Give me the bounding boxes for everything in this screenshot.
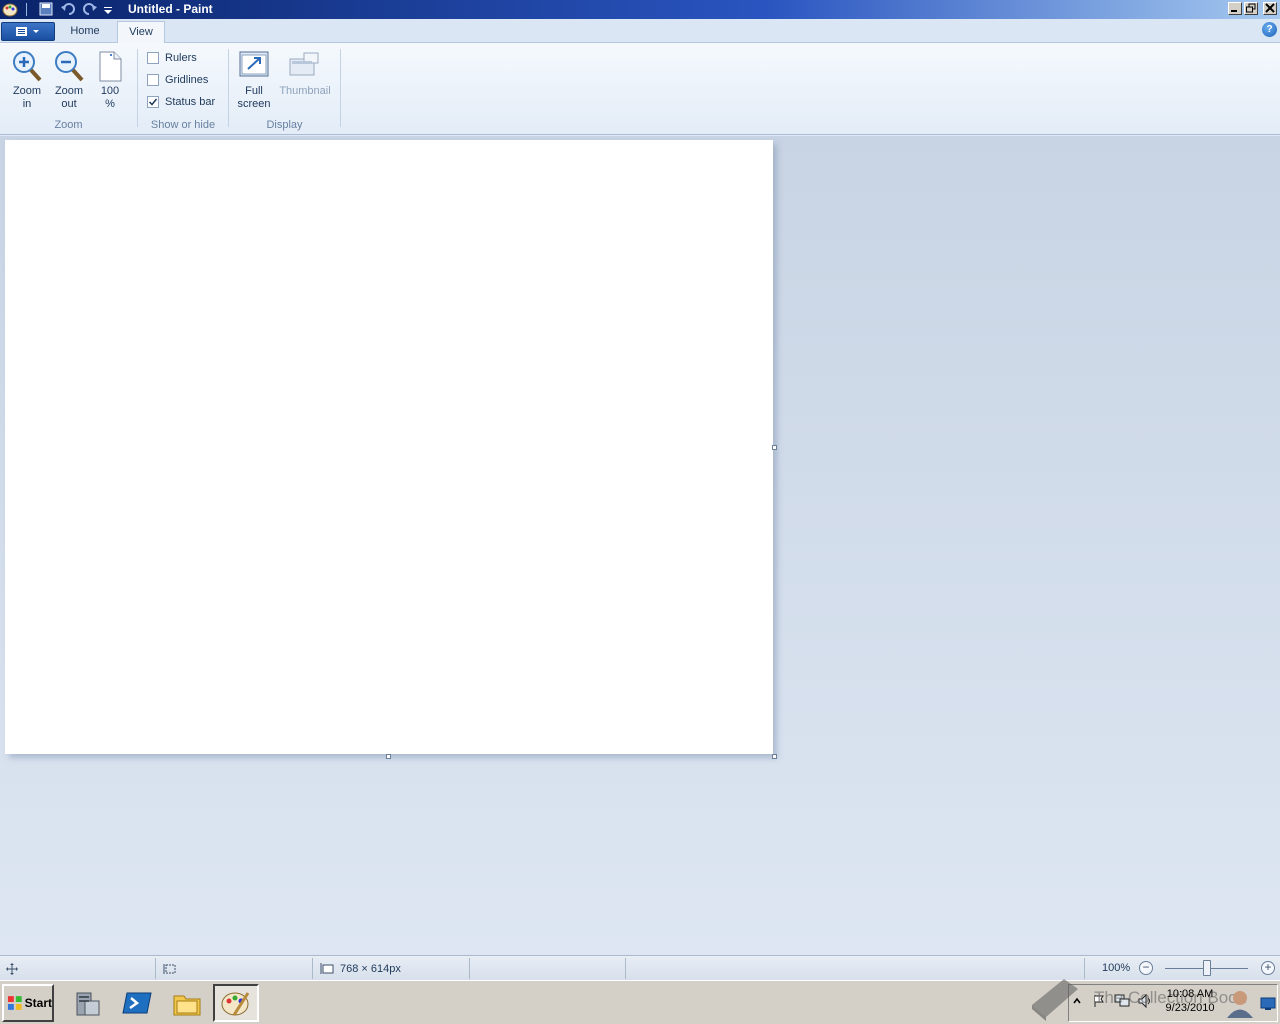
thumbnail-label: Thumbnail xyxy=(279,85,331,97)
status-spacer-cell xyxy=(627,958,1085,979)
start-label: Start xyxy=(24,996,52,1010)
save-icon[interactable] xyxy=(38,1,54,17)
group-divider xyxy=(340,49,341,127)
server-manager-icon[interactable] xyxy=(64,984,110,1022)
image-size-text: 768 × 614px xyxy=(340,962,401,975)
zoom-in-label: Zoom in xyxy=(12,85,42,110)
redo-icon[interactable] xyxy=(82,1,98,17)
image-size-icon xyxy=(320,962,334,974)
window-title: Untitled - Paint xyxy=(128,2,213,16)
zoom-group-label: Zoom xyxy=(54,119,83,131)
image-size-cell: 768 × 614px xyxy=(314,958,470,979)
tab-home[interactable]: Home xyxy=(62,21,108,43)
status-bar-check-box[interactable] xyxy=(147,96,159,108)
undo-icon[interactable] xyxy=(60,1,76,17)
rulers-label: Rulers xyxy=(165,52,197,64)
restore-button[interactable] xyxy=(1244,2,1258,15)
full-screen-button[interactable]: Full screen xyxy=(234,49,274,111)
ribbon-view-panel: Zoom in Zoom out 100 % Zoom Rulers Gridl… xyxy=(0,43,1280,135)
checkmark-icon xyxy=(148,98,158,106)
cursor-position-icon xyxy=(6,962,18,975)
rulers-check-box[interactable] xyxy=(147,52,159,64)
status-bar-label: Status bar xyxy=(165,96,216,108)
zoom-out-label: Zoom out xyxy=(54,85,84,110)
resize-handle-corner[interactable] xyxy=(772,754,777,759)
tab-view[interactable]: View xyxy=(117,21,165,43)
powershell-icon[interactable] xyxy=(114,984,160,1022)
customize-quick-access-icon[interactable] xyxy=(102,1,118,17)
full-screen-label: Full screen xyxy=(237,85,271,110)
gridlines-check-box[interactable] xyxy=(147,74,159,86)
100-percent-label: 100 % xyxy=(100,85,120,110)
clock-time: 10:08 AM xyxy=(1166,988,1214,1000)
zoom-in-small-button[interactable]: + xyxy=(1261,961,1275,975)
cursor-position-cell xyxy=(0,958,156,979)
zoom-slider-thumb[interactable] xyxy=(1203,960,1211,976)
zoom-out-icon xyxy=(55,51,84,82)
file-size-cell xyxy=(471,958,626,979)
thumbnail-button[interactable]: Thumbnail xyxy=(276,49,334,98)
drawing-canvas[interactable] xyxy=(5,140,773,754)
show-hide-group-label: Show or hide xyxy=(150,119,216,131)
canvas-workspace xyxy=(0,136,1280,955)
selection-size-icon xyxy=(163,963,176,974)
zoom-level-text: 100% xyxy=(1102,962,1131,974)
group-divider xyxy=(137,49,138,127)
paint-taskbar-button[interactable] xyxy=(213,984,259,1022)
show-desktop-icon[interactable] xyxy=(1260,997,1276,1011)
resize-handle-right[interactable] xyxy=(772,445,777,450)
status-bar-checkbox[interactable]: Status bar xyxy=(147,94,215,110)
minimize-button[interactable] xyxy=(1228,2,1242,15)
gridlines-label: Gridlines xyxy=(165,74,209,86)
zoom-out-button[interactable]: Zoom out xyxy=(50,49,88,111)
show-hidden-icons-icon[interactable] xyxy=(1073,996,1081,1006)
zoom-in-button[interactable]: Zoom in xyxy=(8,49,46,111)
thumbnail-icon xyxy=(289,52,319,76)
zoom-out-small-button[interactable]: − xyxy=(1139,961,1153,975)
windows-logo-icon xyxy=(7,996,22,1010)
title-bar: Untitled - Paint xyxy=(0,0,1280,19)
zoom-in-icon xyxy=(13,51,42,82)
clock[interactable]: 10:08 AM 9/23/2010 xyxy=(1160,987,1220,1015)
start-button[interactable]: Start xyxy=(2,984,54,1022)
status-bar: 768 × 614px 100% − + xyxy=(0,955,1280,980)
page-icon xyxy=(99,51,122,82)
paint-menu-button[interactable] xyxy=(1,22,55,41)
group-divider xyxy=(228,49,229,127)
clock-date: 9/23/2010 xyxy=(1165,1002,1215,1014)
100-percent-button[interactable]: 100 % xyxy=(92,49,128,111)
user-avatar-icon xyxy=(1227,991,1253,1018)
rulers-checkbox[interactable]: Rulers xyxy=(147,50,197,66)
taskbar: Start The Collection Book xyxy=(0,979,1280,1024)
ribbon-tab-row: Home View ? xyxy=(0,19,1280,43)
selection-size-cell xyxy=(157,958,313,979)
display-group-label: Display xyxy=(266,119,303,131)
quick-access-separator xyxy=(26,3,27,16)
help-icon[interactable]: ? xyxy=(1262,22,1277,37)
full-screen-icon xyxy=(239,51,269,77)
close-button[interactable] xyxy=(1263,2,1277,15)
gridlines-checkbox[interactable]: Gridlines xyxy=(147,72,208,88)
paint-app-icon[interactable] xyxy=(2,1,18,17)
file-explorer-icon[interactable] xyxy=(164,984,210,1022)
resize-handle-bottom[interactable] xyxy=(386,754,391,759)
